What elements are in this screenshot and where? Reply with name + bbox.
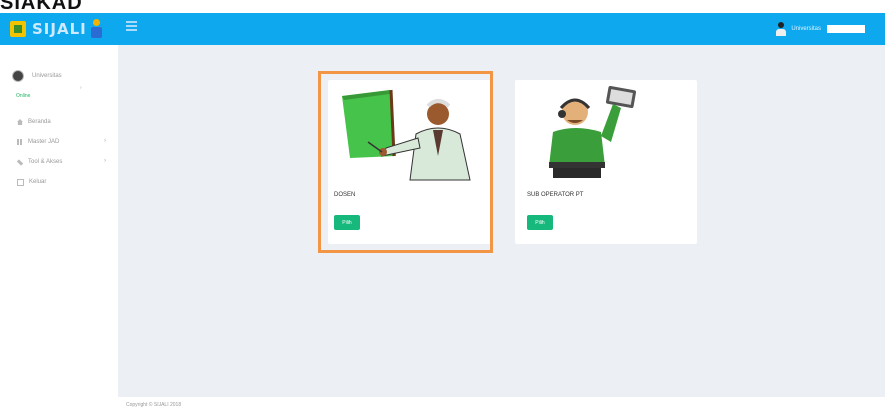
menu-toggle-icon[interactable] [126, 21, 137, 31]
wrench-icon [16, 158, 24, 166]
chevron-right-icon: › [104, 158, 106, 164]
user-name-box [827, 25, 865, 33]
top-navbar: SIJALI Universitas [0, 13, 885, 45]
user-avatar-icon [775, 22, 787, 36]
sidebar-item-label: Master JAD [28, 139, 60, 145]
sidebar-item-keluar[interactable]: Keluar [17, 172, 112, 192]
role-card-sub-operator-pt: SUB OPERATOR PT Pilih [515, 80, 697, 244]
app-logo[interactable]: SIJALI [10, 17, 105, 41]
home-icon [17, 119, 23, 125]
sidebar-item-beranda[interactable]: Beranda [17, 112, 112, 132]
sidebar-item-tool-akses[interactable]: Tool & Akses › [16, 152, 112, 172]
sidebar-item-label: Keluar [29, 179, 47, 185]
sidebar: Universitas › Online Beranda Master JAD … [0, 45, 118, 413]
profile-name: Universitas [32, 73, 62, 79]
footer: Copyright © SIJALI 2018 [118, 397, 885, 413]
user-menu[interactable]: Universitas [775, 22, 865, 36]
sidebar-item-master-jad[interactable]: Master JAD › [17, 132, 112, 152]
status-badge: Online [16, 93, 31, 99]
logo-mark-icon [10, 21, 26, 37]
copyright-text: Copyright © SIJALI 2018 [126, 402, 182, 408]
sidebar-item-label: Tool & Akses [28, 159, 63, 165]
chevron-right-icon: › [104, 138, 106, 144]
card-title: SUB OPERATOR PT [527, 192, 584, 198]
user-profile[interactable]: Universitas [12, 70, 62, 82]
sidebar-item-label: Beranda [28, 119, 51, 125]
logo-figure-icon [89, 19, 105, 39]
main-content: DOSEN Pilih SUB OPERATOR PT Pilih [118, 45, 885, 397]
avatar [12, 70, 24, 82]
user-name: Universitas [791, 26, 821, 32]
sidebar-menu: Beranda Master JAD › Tool & Akses › Kelu… [16, 112, 112, 192]
logout-icon [17, 178, 24, 186]
profile-caret-icon: › [80, 85, 82, 91]
pilih-sub-operator-button[interactable]: Pilih [527, 215, 553, 230]
grid-icon [17, 139, 23, 145]
selection-highlight [318, 71, 493, 253]
logo-text: SIJALI [32, 20, 87, 38]
operator-illustration [549, 86, 637, 178]
